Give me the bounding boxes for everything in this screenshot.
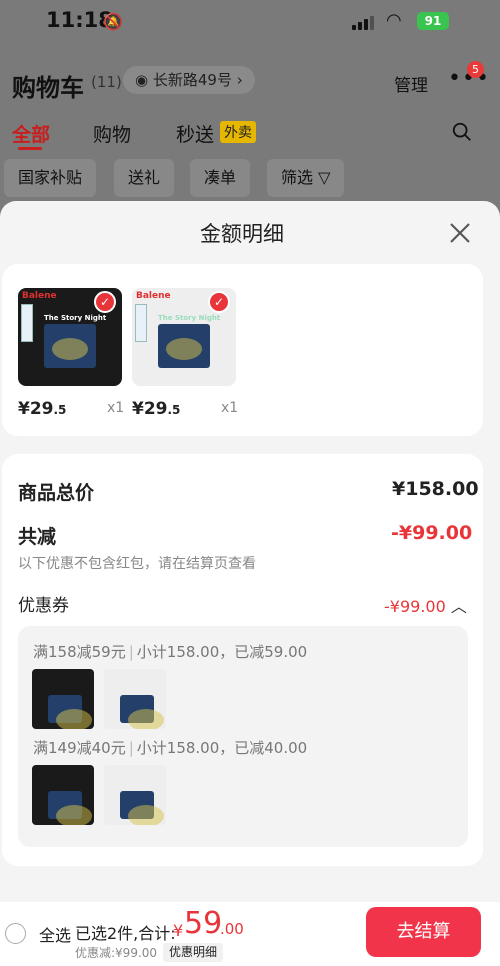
filter-icon: ▽ xyxy=(318,168,331,187)
total-price-value: ¥158.00 xyxy=(392,478,479,500)
product-qty: x1 xyxy=(107,400,125,416)
takeout-tag: 外卖 xyxy=(220,121,256,143)
coupon-product-thumb xyxy=(32,765,94,825)
brand-logo: Balene xyxy=(22,291,57,301)
tab-shopping[interactable]: 购物 xyxy=(93,120,131,147)
signal-icon xyxy=(352,14,376,30)
total-currency: ¥ xyxy=(173,921,184,940)
notification-badge: 5 xyxy=(467,61,484,78)
print-title: The Story Night xyxy=(158,314,221,322)
active-tab-indicator xyxy=(18,147,42,150)
chip-national-subsidy[interactable]: 国家补贴 xyxy=(4,159,97,197)
checkout-button[interactable]: 去结算 xyxy=(366,907,481,957)
print-title: The Story Night xyxy=(44,314,107,322)
coupon-detail: 小计158.00，已减59.00 xyxy=(136,643,308,661)
search-icon[interactable] xyxy=(451,121,473,143)
manage-button[interactable]: 管理 xyxy=(394,71,428,96)
selected-check-icon[interactable]: ✓ xyxy=(208,291,230,313)
discount-detail-button[interactable]: 优惠明细 xyxy=(163,943,224,962)
discount-note: 以下优惠不包含红包，请在结算页查看 xyxy=(18,556,256,572)
sheet-title: 金额明细 xyxy=(200,222,284,246)
wifi-icon: ◠ xyxy=(386,10,402,31)
eye-icon: ◉ xyxy=(135,71,149,89)
hang-tag xyxy=(135,304,147,342)
product-qty: x1 xyxy=(221,400,239,416)
address-text: 长新路49号 xyxy=(152,71,232,89)
selected-check-icon[interactable]: ✓ xyxy=(94,291,116,313)
coupon-product-thumb xyxy=(32,669,94,729)
brand-logo: Balene xyxy=(136,291,171,301)
total-price-label: 商品总价 xyxy=(18,482,95,504)
coupon-label: 优惠券 xyxy=(18,596,69,616)
select-all-label[interactable]: 全选 xyxy=(39,922,71,946)
discount-amount: 优惠减:¥99.00 xyxy=(75,946,158,960)
chip-gift[interactable]: 送礼 xyxy=(114,159,175,197)
close-icon[interactable] xyxy=(448,221,472,245)
shirt-print xyxy=(44,324,96,368)
coupon-product-thumb xyxy=(104,669,166,729)
reduce-label: 共减 xyxy=(18,526,57,548)
status-bar: 11:18 🔕 ◠ 91 xyxy=(0,0,500,44)
coupon-value: -¥99.00 xyxy=(384,597,446,616)
coupon-rule-row: 满149减40元 | 小计158.00，已减40.00 xyxy=(33,739,308,757)
chevron-right-icon: › xyxy=(236,71,243,89)
hang-tag xyxy=(21,304,33,342)
select-all-radio[interactable] xyxy=(5,923,26,944)
reduce-value: -¥99.00 xyxy=(391,522,473,544)
total-amount-decimal: .00 xyxy=(220,920,244,938)
chip-filter[interactable]: 筛选 ▽ xyxy=(267,159,345,197)
chevron-up-icon: ︿ xyxy=(450,597,467,616)
coupon-toggle[interactable]: -¥99.00 ︿ xyxy=(384,593,467,617)
chip-bundle[interactable]: 凑单 xyxy=(190,159,251,197)
coupon-product-thumb xyxy=(104,765,166,825)
total-amount: 59 xyxy=(184,906,223,941)
cart-title: 购物车 xyxy=(12,74,84,102)
address-selector[interactable]: ◉ 长新路49号 › xyxy=(123,66,255,94)
coupon-rule: 满149减40元 xyxy=(33,739,126,757)
product-price: ¥29.5 xyxy=(132,399,181,419)
coupon-rule: 满158减59元 xyxy=(33,643,126,661)
tab-all[interactable]: 全部 xyxy=(12,120,50,147)
cart-count: (11) xyxy=(91,73,122,91)
chip-filter-label: 筛选 xyxy=(281,168,314,187)
mute-icon: 🔕 xyxy=(103,12,123,31)
tab-instant-delivery[interactable]: 秒送 xyxy=(176,120,214,147)
coupon-detail: 小计158.00，已减40.00 xyxy=(136,739,308,757)
shirt-print xyxy=(158,324,210,368)
product-price: ¥29.5 xyxy=(18,399,67,419)
battery-icon: 91 xyxy=(417,12,449,30)
coupon-rule-row: 满158减59元 | 小计158.00，已减59.00 xyxy=(33,643,308,661)
selected-summary: 已选2件,合计: xyxy=(75,924,176,943)
